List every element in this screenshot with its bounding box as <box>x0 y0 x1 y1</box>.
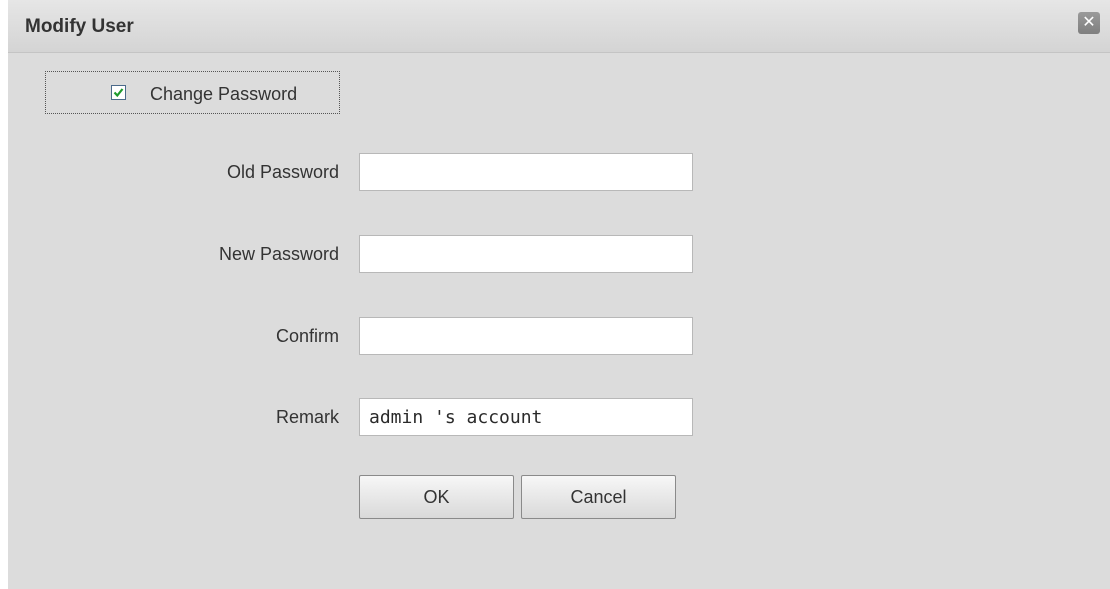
old-password-label: Old Password <box>226 162 339 182</box>
ok-button[interactable]: OK <box>359 475 514 519</box>
dialog-titlebar: Modify User ✕ <box>8 0 1110 53</box>
checkbox-check-icon[interactable] <box>111 85 126 100</box>
close-icon[interactable]: ✕ <box>1078 12 1100 34</box>
change-password-checkbox[interactable]: Change Password <box>45 71 340 114</box>
modify-user-dialog: Modify User ✕ Change Password Old Passwo… <box>8 0 1110 589</box>
remark-input[interactable] <box>359 398 693 436</box>
old-password-input[interactable] <box>359 153 693 191</box>
change-password-label: Change Password <box>150 84 298 104</box>
confirm-password-input[interactable] <box>359 317 693 355</box>
new-password-label: New Password <box>218 244 339 264</box>
confirm-label: Confirm <box>275 326 339 346</box>
remark-label: Remark <box>275 407 339 427</box>
new-password-input[interactable] <box>359 235 693 273</box>
dialog-title: Modify User <box>25 16 134 37</box>
cancel-button[interactable]: Cancel <box>521 475 676 519</box>
